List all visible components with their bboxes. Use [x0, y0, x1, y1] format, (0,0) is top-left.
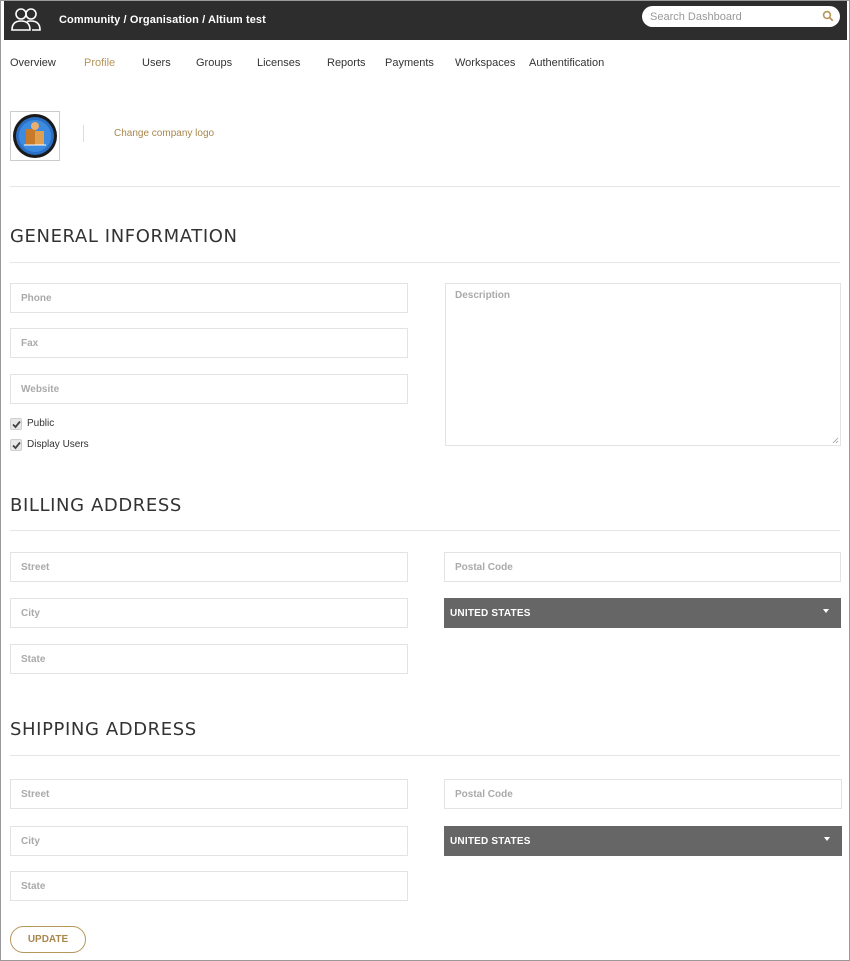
section-divider: [10, 186, 840, 187]
billing-street-field[interactable]: [10, 552, 408, 582]
shipping-street-field[interactable]: [10, 779, 408, 809]
shipping-country-value: UNITED STATES: [450, 836, 531, 847]
section-divider: [10, 755, 840, 756]
search-icon[interactable]: [822, 10, 834, 22]
checkmark-icon: [12, 441, 21, 449]
billing-city-field[interactable]: [10, 598, 408, 628]
fax-input[interactable]: [11, 329, 407, 357]
chevron-down-icon: [823, 609, 829, 613]
billing-country-select[interactable]: UNITED STATES: [444, 598, 841, 628]
public-label: Public: [27, 418, 55, 429]
shipping-state-input[interactable]: [11, 872, 407, 900]
billing-state-field[interactable]: [10, 644, 408, 674]
section-divider: [10, 530, 840, 531]
phone-input[interactable]: [11, 284, 407, 312]
billing-street-input[interactable]: [11, 553, 407, 581]
change-logo-link[interactable]: Change company logo: [114, 128, 214, 139]
website-input[interactable]: [11, 375, 407, 403]
description-field[interactable]: [445, 283, 841, 446]
breadcrumb: Community / Organisation / Altium test: [59, 14, 266, 26]
shipping-state-field[interactable]: [10, 871, 408, 901]
tab-groups[interactable]: Groups: [196, 57, 232, 69]
chevron-down-icon: [824, 837, 830, 841]
shipping-street-input[interactable]: [11, 780, 407, 808]
website-field[interactable]: [10, 374, 408, 404]
display-users-checkbox-row[interactable]: Display Users: [10, 438, 89, 451]
search-input[interactable]: [650, 8, 816, 25]
tab-authentification[interactable]: Authentification: [529, 57, 604, 69]
tab-overview[interactable]: Overview: [10, 57, 56, 69]
display-users-checkbox[interactable]: [10, 438, 22, 451]
phone-field[interactable]: [10, 283, 408, 313]
company-logo-image: [10, 111, 60, 161]
public-checkbox[interactable]: [10, 417, 22, 430]
billing-country-value: UNITED STATES: [450, 608, 531, 619]
billing-state-input[interactable]: [11, 645, 407, 673]
display-users-label: Display Users: [27, 439, 89, 450]
shipping-postal-code-input[interactable]: [445, 780, 841, 808]
public-checkbox-row[interactable]: Public: [10, 417, 54, 430]
page-frame: [0, 0, 850, 961]
section-divider: [10, 262, 840, 263]
shipping-city-input[interactable]: [11, 827, 407, 855]
fax-field[interactable]: [10, 328, 408, 358]
search-box[interactable]: [642, 6, 840, 27]
billing-address-title: BILLING ADDRESS: [10, 495, 182, 516]
tab-workspaces[interactable]: Workspaces: [455, 57, 515, 69]
tab-reports[interactable]: Reports: [327, 57, 366, 69]
tab-users[interactable]: Users: [142, 57, 171, 69]
tab-payments[interactable]: Payments: [385, 57, 434, 69]
tab-licenses[interactable]: Licenses: [257, 57, 300, 69]
community-logo-icon[interactable]: [10, 5, 42, 35]
shipping-address-title: SHIPPING ADDRESS: [10, 719, 197, 740]
general-information-title: GENERAL INFORMATION: [10, 226, 238, 247]
tab-profile[interactable]: Profile: [84, 57, 115, 69]
company-logo-graphic: [13, 114, 57, 158]
shipping-postal-code-field[interactable]: [444, 779, 842, 809]
shipping-city-field[interactable]: [10, 826, 408, 856]
logo-separator: [83, 125, 84, 142]
billing-postal-code-field[interactable]: [444, 552, 841, 582]
description-input[interactable]: [446, 284, 840, 445]
billing-city-input[interactable]: [11, 599, 407, 627]
checkmark-icon: [12, 420, 21, 428]
update-button[interactable]: UPDATE: [10, 926, 86, 953]
top-bar: Community / Organisation / Altium test: [4, 1, 847, 40]
resize-handle-icon[interactable]: [832, 437, 839, 444]
billing-postal-code-input[interactable]: [445, 553, 840, 581]
shipping-country-select[interactable]: UNITED STATES: [444, 826, 842, 856]
